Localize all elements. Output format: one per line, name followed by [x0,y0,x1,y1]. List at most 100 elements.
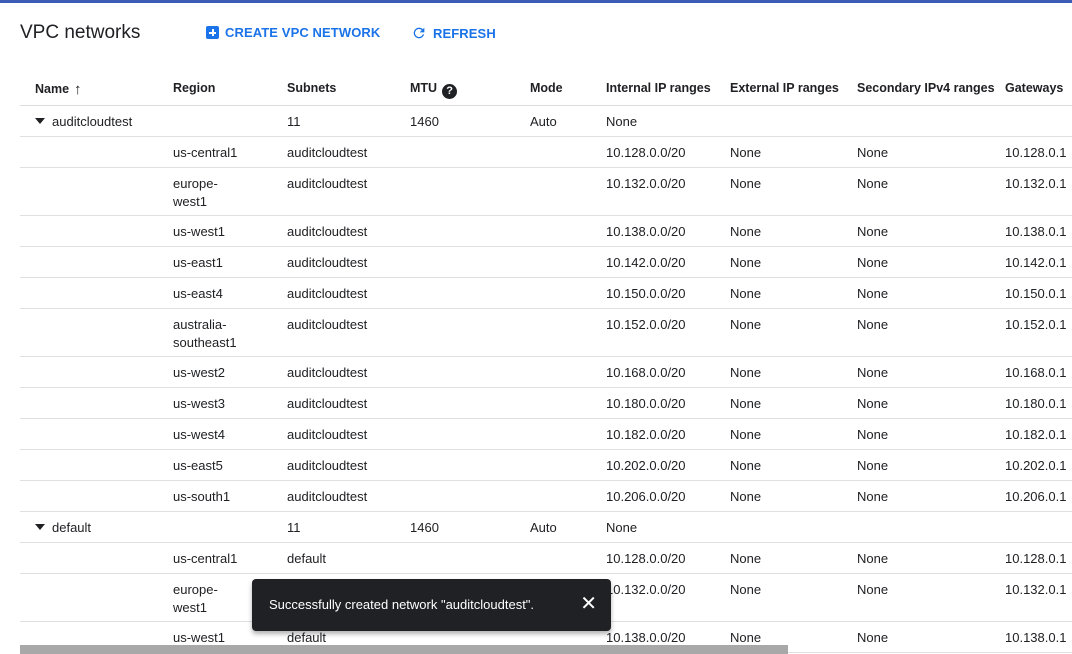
subnet-row: us-west1 auditcloudtest 10.138.0.0/20 No… [20,216,1072,247]
network-name[interactable]: auditcloudtest [35,114,132,129]
gateway: 10.128.0.1 [1005,145,1067,160]
subnet-row: australia-southeast1 auditcloudtest 10.1… [20,309,1072,357]
mtu-value: 1460 [410,520,439,535]
subnet-link[interactable]: auditcloudtest [287,489,367,504]
internal-ip-range: 10.206.0.0/20 [606,489,686,504]
page-header: VPC networks CREATE VPC NETWORK REFRESH [0,3,1072,63]
region: europe-west1 [173,582,218,615]
internal-ip-range: 10.152.0.0/20 [606,317,686,332]
column-header-secondary-ipv4-ranges[interactable]: Secondary IPv4 ranges [857,81,995,95]
column-header-mtu-label: MTU [410,81,438,95]
gateway: 10.128.0.1 [1005,551,1067,566]
internal-ip-range: 10.128.0.0/20 [606,145,686,160]
internal-ip-range: 10.168.0.0/20 [606,365,686,380]
column-header-gateways[interactable]: Gateways [1005,81,1063,95]
network-name-label[interactable]: default [52,520,91,535]
gateway: 10.138.0.1 [1005,630,1067,645]
network-name[interactable]: default [35,520,91,535]
internal-ip-value: None [606,520,638,535]
region: us-central1 [173,551,238,566]
subnet-row: us-south1 auditcloudtest 10.206.0.0/20 N… [20,481,1072,512]
add-box-icon [206,26,219,39]
subnet-row: us-west4 auditcloudtest 10.182.0.0/20 No… [20,419,1072,450]
create-vpc-network-button[interactable]: CREATE VPC NETWORK [206,25,380,40]
subnet-row: us-west3 auditcloudtest 10.180.0.0/20 No… [20,388,1072,419]
subnet-link[interactable]: auditcloudtest [287,255,367,270]
mode-value: Auto [530,520,557,535]
secondary-ip-range: None [857,255,889,270]
gateway: 10.206.0.1 [1005,489,1067,504]
column-header-internal-ip-ranges[interactable]: Internal IP ranges [606,81,711,95]
help-icon[interactable]: ? [442,84,458,99]
subnet-row: us-east4 auditcloudtest 10.150.0.0/20 No… [20,278,1072,309]
secondary-ip-range: None [857,145,889,160]
subnet-link[interactable]: auditcloudtest [287,365,367,380]
internal-ip-range: 10.142.0.0/20 [606,255,686,270]
region: us-central1 [173,145,238,160]
secondary-ip-range: None [857,630,889,645]
close-icon[interactable]: ✕ [580,592,597,616]
column-header-external-ip-ranges[interactable]: External IP ranges [730,81,839,95]
sort-ascending-icon[interactable]: ↑ [74,81,82,98]
subnet-link[interactable]: auditcloudtest [287,145,367,160]
external-ip-range: None [730,551,762,566]
subnet-row: us-west2 auditcloudtest 10.168.0.0/20 No… [20,357,1072,388]
subnet-row: us-east1 auditcloudtest 10.142.0.0/20 No… [20,247,1072,278]
subnet-row: us-central1 auditcloudtest 10.128.0.0/20… [20,137,1072,168]
gateway: 10.202.0.1 [1005,458,1067,473]
expand-caret-icon[interactable] [35,118,45,124]
refresh-button[interactable]: REFRESH [411,25,496,41]
column-header-subnets[interactable]: Subnets [287,81,336,95]
subnet-row: europe-west1 auditcloudtest 10.132.0.0/2… [20,168,1072,216]
subnet-row: us-central1 default 10.128.0.0/20 None N… [20,543,1072,574]
subnet-count: 11 [287,114,301,129]
internal-ip-value: None [606,114,638,129]
external-ip-range: None [730,286,762,301]
network-name-label[interactable]: auditcloudtest [52,114,132,129]
internal-ip-range: 10.138.0.0/20 [606,224,686,239]
external-ip-range: None [730,145,762,160]
table-header-row: Name ↑ Region Subnets MTU? Mode Internal … [20,71,1072,106]
gateway: 10.132.0.1 [1005,176,1067,191]
gateway: 10.132.0.1 [1005,582,1067,597]
secondary-ip-range: None [857,551,889,566]
external-ip-range: None [730,365,762,380]
column-header-mode[interactable]: Mode [530,81,563,95]
region: us-west3 [173,396,226,411]
internal-ip-range: 10.138.0.0/20 [606,630,686,645]
external-ip-range: None [730,582,762,597]
subnet-count: 11 [287,520,301,535]
subnet-link[interactable]: auditcloudtest [287,176,367,191]
region: us-east1 [173,255,223,270]
create-vpc-network-label: CREATE VPC NETWORK [225,25,381,40]
subnet-link[interactable]: default [287,630,326,645]
horizontal-scrollbar[interactable] [20,645,788,654]
column-header-region[interactable]: Region [173,81,215,95]
subnet-link[interactable]: auditcloudtest [287,286,367,301]
column-header-name[interactable]: Name ↑ [35,81,82,98]
secondary-ip-range: None [857,582,889,597]
column-header-mtu[interactable]: MTU? [410,81,458,99]
network-row[interactable]: default 11 1460 Auto None [20,512,1072,543]
region: us-east5 [173,458,223,473]
expand-caret-icon[interactable] [35,524,45,530]
secondary-ip-range: None [857,286,889,301]
column-header-name-label: Name [35,82,70,96]
snackbar-toast: Successfully created network "auditcloud… [252,579,611,631]
internal-ip-range: 10.132.0.0/20 [606,176,686,191]
internal-ip-range: 10.128.0.0/20 [606,551,686,566]
subnet-link[interactable]: auditcloudtest [287,458,367,473]
external-ip-range: None [730,630,762,645]
subnet-link[interactable]: auditcloudtest [287,396,367,411]
subnet-link[interactable]: auditcloudtest [287,317,367,332]
network-row[interactable]: auditcloudtest 11 1460 Auto None [20,106,1072,137]
region: us-west1 [173,224,226,239]
mtu-value: 1460 [410,114,439,129]
secondary-ip-range: None [857,317,889,332]
subnet-link[interactable]: auditcloudtest [287,224,367,239]
region: us-west1 [173,630,226,645]
subnet-link[interactable]: default [287,551,326,566]
secondary-ip-range: None [857,458,889,473]
secondary-ip-range: None [857,427,889,442]
subnet-link[interactable]: auditcloudtest [287,427,367,442]
